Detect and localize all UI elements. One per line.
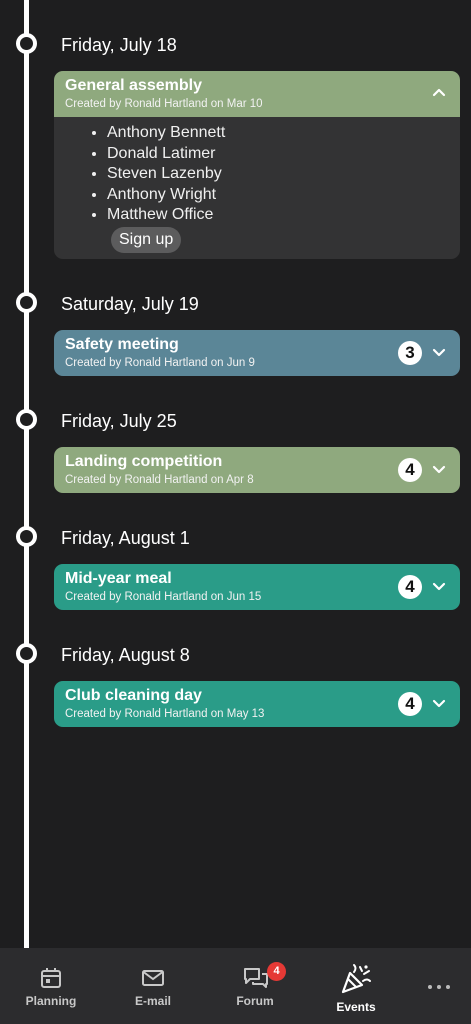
event-date: Friday, July 18	[61, 35, 177, 55]
event-card[interactable]: Safety meeting Created by Ronald Hartlan…	[54, 330, 460, 376]
timeline-dot	[16, 292, 37, 313]
participant-count-badge: 4	[398, 575, 422, 599]
attendee: Matthew Office	[107, 205, 460, 226]
chevron-up-icon[interactable]	[432, 86, 446, 100]
participant-count-badge: 4	[398, 458, 422, 482]
event-card[interactable]: Club cleaning day Created by Ronald Hart…	[54, 681, 460, 727]
event-card-header[interactable]: General assembly Created by Ronald Hartl…	[54, 71, 460, 117]
event-card-header[interactable]: Safety meeting Created by Ronald Hartlan…	[54, 330, 460, 376]
event-title: Mid-year meal	[65, 570, 172, 587]
event-title: General assembly	[65, 77, 202, 94]
event-created: Created by Ronald Hartland on Mar 10	[65, 98, 263, 110]
event-title: Landing competition	[65, 453, 223, 470]
event-created: Created by Ronald Hartland on Jun 15	[65, 591, 262, 603]
event-card-body: Anthony Bennett Donald Latimer Steven La…	[54, 117, 460, 259]
event-card-header[interactable]: Mid-year meal Created by Ronald Hartland…	[54, 564, 460, 610]
event-card[interactable]: General assembly Created by Ronald Hartl…	[54, 71, 460, 259]
timeline-dot	[16, 643, 37, 664]
nav-item-forum[interactable]: 4 Forum	[205, 948, 305, 1024]
forum-icon	[244, 968, 268, 988]
nav-label: Forum	[236, 994, 274, 1008]
nav-label: Planning	[25, 994, 77, 1008]
attendee-list: Anthony Bennett Donald Latimer Steven La…	[54, 117, 460, 226]
nav-item-email[interactable]: E-mail	[103, 948, 203, 1024]
event-title: Safety meeting	[65, 336, 179, 353]
party-popper-icon	[341, 964, 371, 994]
participant-count-badge: 3	[398, 341, 422, 365]
attendee: Donald Latimer	[107, 144, 460, 165]
attendee: Anthony Wright	[107, 185, 460, 206]
more-horizontal-icon[interactable]	[427, 983, 451, 991]
mail-icon	[142, 970, 164, 986]
chevron-down-icon[interactable]	[432, 345, 446, 359]
attendee: Steven Lazenby	[107, 164, 460, 185]
forum-unread-badge: 4	[267, 962, 286, 981]
bottom-navigation: Planning E-mail 4 Forum Events	[0, 948, 471, 1024]
event-date: Friday, July 25	[61, 411, 177, 431]
timeline-line	[24, 0, 29, 948]
timeline-dot	[16, 33, 37, 54]
event-card[interactable]: Mid-year meal Created by Ronald Hartland…	[54, 564, 460, 610]
chevron-down-icon[interactable]	[432, 462, 446, 476]
event-created: Created by Ronald Hartland on Jun 9	[65, 357, 255, 369]
timeline-dot	[16, 409, 37, 430]
chevron-down-icon[interactable]	[432, 696, 446, 710]
timeline-dot	[16, 526, 37, 547]
nav-item-planning[interactable]: Planning	[1, 948, 101, 1024]
calendar-icon	[41, 968, 61, 988]
attendee: Anthony Bennett	[107, 123, 460, 144]
event-card[interactable]: Landing competition Created by Ronald Ha…	[54, 447, 460, 493]
nav-item-events[interactable]: Events	[306, 948, 406, 1024]
event-card-header[interactable]: Landing competition Created by Ronald Ha…	[54, 447, 460, 493]
event-date: Friday, August 8	[61, 645, 190, 665]
nav-label: E-mail	[134, 994, 171, 1008]
event-card-header[interactable]: Club cleaning day Created by Ronald Hart…	[54, 681, 460, 727]
chevron-down-icon[interactable]	[432, 579, 446, 593]
event-created: Created by Ronald Hartland on May 13	[65, 708, 265, 720]
event-title: Club cleaning day	[65, 687, 202, 704]
sign-up-button[interactable]: Sign up	[111, 227, 182, 253]
event-created: Created by Ronald Hartland on Apr 8	[65, 474, 254, 486]
nav-label: Events	[336, 1000, 376, 1014]
event-date: Friday, August 1	[61, 528, 190, 548]
participant-count-badge: 4	[398, 692, 422, 716]
event-date: Saturday, July 19	[61, 294, 199, 314]
